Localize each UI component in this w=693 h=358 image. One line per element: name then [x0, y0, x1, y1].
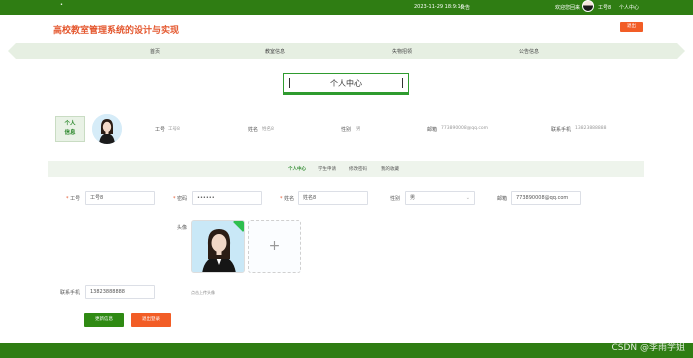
- profile-gender: 男: [356, 127, 361, 132]
- site-title: 高校教室管理系统的设计与实现: [53, 26, 180, 36]
- phone-field[interactable]: 13823888888: [85, 285, 155, 299]
- gender-select[interactable]: 男 ⌄: [405, 191, 475, 205]
- exit-button[interactable]: 退出: [620, 22, 643, 32]
- staff-no-field[interactable]: 工号8: [85, 191, 155, 205]
- nav-item-home[interactable]: 首页: [150, 48, 160, 55]
- notice-link[interactable]: 公告: [460, 4, 470, 11]
- nav-item-notice[interactable]: 公告信息: [519, 48, 539, 55]
- profile-label-line1: 个人: [64, 121, 76, 127]
- profile-email: 773890008@qq.com: [441, 126, 489, 131]
- username[interactable]: 工号8: [598, 4, 611, 11]
- profile-email-label: 邮箱: [427, 127, 438, 133]
- watermark: CSDN @李雨学姐: [611, 343, 685, 353]
- password-label: * 密码: [173, 196, 188, 202]
- avatar-photo[interactable]: [191, 220, 245, 273]
- datetime: 2023-11-29 18:9:16: [414, 4, 464, 10]
- title-bracket-left: [289, 78, 290, 88]
- profile-label-line2: 信息: [64, 130, 76, 136]
- page: • 2023-11-29 18:9:16 公告 欢迎您回来 工号8 个人中心 高…: [0, 0, 693, 358]
- page-title-text: 个人中心: [330, 79, 362, 88]
- profile-name-label: 姓名: [248, 127, 259, 133]
- password-field[interactable]: ••••••: [192, 191, 262, 205]
- profile-staff-no-label: 工号: [155, 127, 166, 133]
- email-label: 邮箱: [497, 196, 508, 202]
- gender-label: 性别: [390, 196, 401, 202]
- center-tabs: 个人中心 学生申请 修改密码 我的收藏: [48, 161, 644, 177]
- footer: [0, 343, 693, 358]
- profile-label: 个人 信息: [55, 116, 85, 142]
- nav-item-classroom[interactable]: 教室信息: [265, 48, 285, 55]
- upload-avatar-button[interactable]: +: [248, 220, 301, 273]
- personal-center-link[interactable]: 个人中心: [619, 4, 639, 11]
- gender-select-value: 男: [410, 195, 416, 201]
- top-dot: •: [60, 2, 63, 8]
- tab-favorites[interactable]: 我的收藏: [381, 166, 399, 172]
- page-title: 个人中心: [283, 73, 409, 95]
- top-bar: • 2023-11-29 18:9:16 公告 欢迎您回来 工号8 个人中心: [0, 0, 693, 15]
- profile-phone: 13823888888: [575, 126, 607, 131]
- tab-change-password[interactable]: 修改密码: [349, 166, 367, 172]
- profile-phone-label: 联系手机: [551, 127, 572, 133]
- chevron-down-icon: ⌄: [465, 195, 470, 201]
- tab-student-apply[interactable]: 学生申请: [318, 166, 336, 172]
- upload-hint: 点击上传头像: [191, 290, 215, 295]
- avatar-label: 头像: [177, 225, 188, 231]
- tab-personal-center[interactable]: 个人中心: [288, 166, 306, 172]
- staff-no-label: * 工号: [66, 196, 81, 202]
- email-field[interactable]: 773890008@qq.com: [511, 191, 581, 205]
- profile-avatar: [92, 114, 122, 144]
- update-info-button[interactable]: 更新信息: [84, 313, 124, 327]
- nav-item-lost-found[interactable]: 失物招领: [392, 48, 412, 55]
- logout-button[interactable]: 退出登录: [131, 313, 171, 327]
- profile-staff-no: 工号8: [168, 127, 180, 132]
- title-bracket-right: [402, 78, 403, 88]
- avatar[interactable]: [582, 0, 594, 12]
- main-nav: 首页 教室信息 失物招领 公告信息: [8, 43, 685, 59]
- welcome-text: 欢迎您回来: [555, 5, 581, 11]
- profile-gender-label: 性别: [341, 127, 352, 133]
- name-field[interactable]: 姓名8: [298, 191, 368, 205]
- profile-name: 姓名8: [262, 127, 274, 132]
- name-label: * 姓名: [280, 196, 295, 202]
- phone-label: 联系手机: [60, 290, 81, 296]
